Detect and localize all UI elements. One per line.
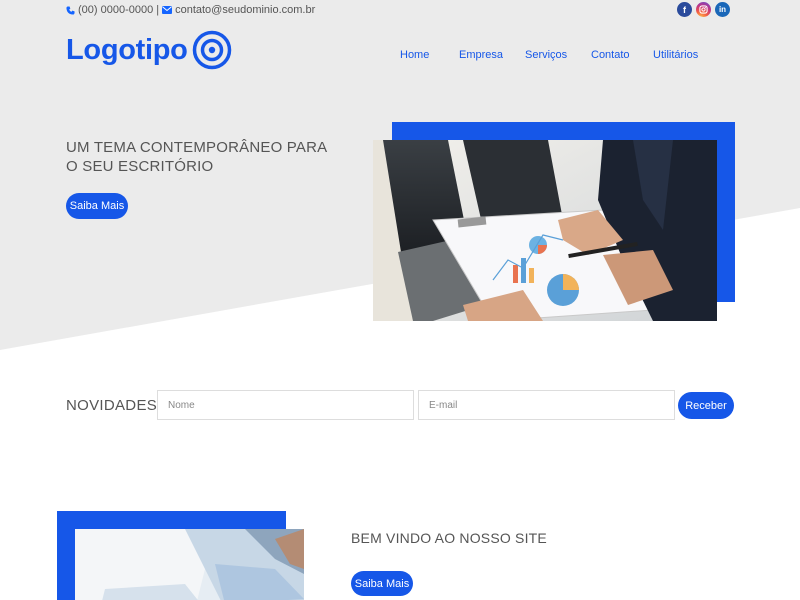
welcome-saiba-mais-button[interactable]: Saiba Mais (351, 571, 413, 596)
email-input[interactable]: E-mail (418, 390, 675, 420)
contact-email[interactable]: contato@seudominio.com.br (175, 4, 315, 16)
nav-item-home[interactable]: Home (400, 49, 429, 61)
nav-item-utilitarios[interactable]: Utilitários (653, 49, 698, 61)
main-nav: Home Empresa Serviços Contato Utilitário… (0, 49, 800, 63)
envelope-icon (162, 6, 173, 14)
hero-saiba-mais-button[interactable]: Saiba Mais (66, 193, 128, 219)
welcome-photo (75, 529, 304, 600)
nav-item-empresa[interactable]: Empresa (459, 49, 503, 61)
receber-button[interactable]: Receber (678, 392, 734, 419)
contact-separator: | (156, 4, 160, 16)
instagram-icon[interactable] (696, 2, 711, 17)
linkedin-icon[interactable]: in (715, 2, 730, 17)
nav-item-servicos[interactable]: Serviços (525, 49, 567, 61)
social-links: f in (677, 2, 730, 17)
hero-photo (373, 140, 717, 321)
newsletter-label: NOVIDADES (66, 397, 158, 414)
hero-title: UM TEMA CONTEMPORÂNEO PARA O SEU ESCRITÓ… (66, 139, 327, 175)
facebook-icon[interactable]: f (677, 2, 692, 17)
phone-icon (66, 5, 75, 15)
contact-bar: (00) 0000-0000 | contato@seudominio.com.… (66, 2, 315, 18)
welcome-title: BEM VINDO AO NOSSO SITE (351, 530, 547, 546)
nav-item-contato[interactable]: Contato (591, 49, 630, 61)
phone-number[interactable]: (00) 0000-0000 (78, 4, 153, 16)
name-input[interactable]: Nome (157, 390, 414, 420)
